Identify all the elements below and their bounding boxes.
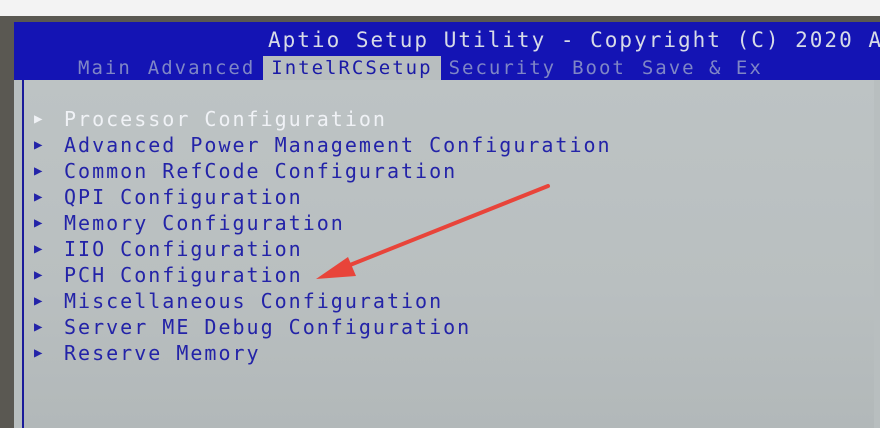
bios-screen: Aptio Setup Utility - Copyright (C) 2020…	[14, 22, 880, 428]
tab-security[interactable]: Security	[441, 56, 565, 80]
bios-header: Aptio Setup Utility - Copyright (C) 2020…	[14, 22, 880, 80]
tab-intelrcsetup[interactable]: IntelRCSetup	[263, 56, 441, 80]
triangle-right-icon: ▶	[34, 267, 45, 283]
menu-item-label: IIO Configuration	[64, 237, 303, 261]
tab-main[interactable]: Main	[70, 56, 140, 80]
menu-item-miscellaneous[interactable]: ▶ Miscellaneous Configuration	[34, 288, 612, 314]
tab-bar: Main Advanced IntelRCSetup Security Boot…	[70, 56, 771, 80]
menu-item-label: Advanced Power Management Configuration	[64, 133, 612, 157]
menu-item-label: PCH Configuration	[64, 263, 303, 287]
menu-item-common-refcode[interactable]: ▶ Common RefCode Configuration	[34, 158, 612, 184]
triangle-right-icon: ▶	[34, 293, 45, 309]
triangle-right-icon: ▶	[34, 137, 45, 153]
menu-panel: ▶ Processor Configuration ▶ Advanced Power…	[22, 80, 874, 428]
triangle-right-icon: ▶	[34, 111, 45, 127]
tab-advanced[interactable]: Advanced	[140, 56, 264, 80]
menu-item-processor[interactable]: ▶ Processor Configuration	[34, 106, 612, 132]
menu-item-label: Processor Configuration	[64, 107, 387, 131]
menu-item-label: QPI Configuration	[64, 185, 303, 209]
triangle-right-icon: ▶	[34, 215, 45, 231]
menu-item-pch[interactable]: ▶ PCH Configuration	[34, 262, 612, 288]
menu-item-memory[interactable]: ▶ Memory Configuration	[34, 210, 612, 236]
menu-item-label: Server ME Debug Configuration	[64, 315, 472, 339]
menu-item-server-me-debug[interactable]: ▶ Server ME Debug Configuration	[34, 314, 612, 340]
menu-item-label: Common RefCode Configuration	[64, 159, 458, 183]
triangle-right-icon: ▶	[34, 345, 45, 361]
menu-item-label: Miscellaneous Configuration	[64, 289, 444, 313]
triangle-right-icon: ▶	[34, 319, 45, 335]
config-menu: ▶ Processor Configuration ▶ Advanced Power…	[34, 106, 612, 366]
menu-item-reserve-memory[interactable]: ▶ Reserve Memory	[34, 340, 612, 366]
tab-boot[interactable]: Boot	[564, 56, 634, 80]
triangle-right-icon: ▶	[34, 163, 45, 179]
menu-item-label: Memory Configuration	[64, 211, 345, 235]
tab-save-exit[interactable]: Save & Ex	[634, 56, 771, 80]
menu-item-iio[interactable]: ▶ IIO Configuration	[34, 236, 612, 262]
menu-item-qpi[interactable]: ▶ QPI Configuration	[34, 184, 612, 210]
utility-title: Aptio Setup Utility - Copyright (C) 2020…	[268, 28, 880, 52]
triangle-right-icon: ▶	[34, 241, 45, 257]
triangle-right-icon: ▶	[34, 189, 45, 205]
menu-item-label: Reserve Memory	[64, 341, 261, 365]
menu-item-power-management[interactable]: ▶ Advanced Power Management Configuration	[34, 132, 612, 158]
